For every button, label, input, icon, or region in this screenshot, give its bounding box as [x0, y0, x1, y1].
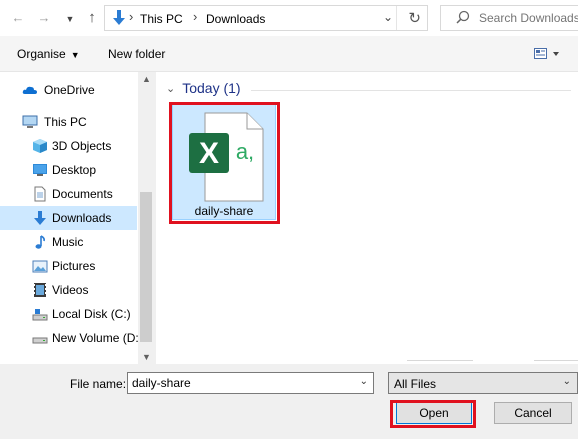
chevron-down-icon: ⌄ — [166, 82, 176, 95]
file-list-pane: ⌄ Today (1) X a, daily-share — [156, 72, 578, 364]
cancel-button[interactable]: Cancel — [494, 402, 572, 424]
breadcrumb-downloads[interactable]: Downloads — [206, 12, 265, 26]
music-icon — [35, 235, 45, 249]
dialog-footer: File name: ⌄ All Files ⌄ Open Cancel — [0, 364, 578, 439]
new-folder-label: New folder — [108, 47, 166, 61]
navigation-pane: OneDrive This PC 3D Objects Desktop Docu… — [0, 72, 155, 364]
sidebar-item-music[interactable]: Music — [0, 230, 137, 254]
highlight-box — [169, 102, 280, 224]
sidebar-item-videos[interactable]: Videos — [0, 278, 137, 302]
sidebar-item-this-pc[interactable]: This PC — [0, 110, 137, 134]
search-icon — [456, 10, 470, 24]
chevron-down-icon: ⌄ — [562, 376, 571, 387]
sidebar-item-desktop[interactable]: Desktop — [0, 158, 137, 182]
file-name-input[interactable] — [132, 375, 352, 391]
refresh-icon[interactable]: ↻ — [408, 9, 421, 27]
sidebar-item-label: Music — [52, 235, 84, 249]
sidebar-item-pictures[interactable]: Pictures — [0, 254, 137, 278]
cloud-icon — [22, 86, 37, 94]
pictures-icon — [32, 260, 48, 273]
organise-label: Organise — [17, 47, 66, 61]
address-row: ← → ▼ ↑ › This PC › Downloads ⌄ ↻ — [0, 0, 578, 36]
drive-icon — [32, 309, 48, 321]
chevron-down-icon: ▼ — [70, 50, 80, 60]
chevron-down-icon[interactable]: ⌄ — [360, 376, 368, 387]
organise-button[interactable]: Organise ▼ — [17, 47, 80, 61]
breadcrumb-chevron-icon: › — [193, 9, 198, 24]
sidebar-item-local-disk-c[interactable]: Local Disk (C:) — [0, 302, 137, 326]
download-icon — [34, 211, 46, 225]
breadcrumb-chevron-icon: › — [129, 9, 134, 24]
sidebar-item-new-volume-d[interactable]: New Volume (D: — [0, 326, 139, 350]
sidebar-item-label: 3D Objects — [52, 139, 112, 153]
file-name-label: File name: — [70, 377, 127, 391]
cube-icon — [33, 139, 47, 153]
sidebar-item-label: This PC — [44, 115, 87, 129]
video-icon — [34, 283, 46, 297]
up-arrow-icon[interactable]: ↑ — [82, 6, 102, 28]
scrollbar-thumb[interactable] — [140, 192, 152, 342]
document-icon — [34, 186, 46, 202]
sidebar-item-label: Desktop — [52, 163, 97, 177]
address-bar[interactable]: › This PC › Downloads ⌄ ↻ — [104, 5, 428, 31]
file-name-combobox[interactable]: ⌄ — [127, 372, 374, 394]
search-input[interactable] — [479, 9, 578, 27]
sidebar-item-label: Documents — [52, 187, 113, 201]
sidebar-item-label: Videos — [52, 283, 89, 297]
sidebar-item-label: OneDrive — [44, 83, 95, 97]
recent-locations-chevron-icon[interactable]: ▼ — [60, 8, 80, 30]
chevron-down-icon[interactable]: ⌄ — [383, 10, 393, 24]
group-label: Today (1) — [182, 80, 241, 96]
sidebar-item-label: Downloads — [52, 211, 112, 225]
nav-scrollbar[interactable]: ▲ ▼ — [138, 72, 155, 364]
drive-icon — [32, 337, 48, 344]
group-header[interactable]: ⌄ Today (1) — [166, 80, 241, 96]
sidebar-item-label: New Volume (D: — [52, 331, 139, 345]
group-divider — [251, 90, 571, 91]
view-options-button[interactable] — [534, 48, 564, 63]
forward-arrow-icon[interactable]: → — [34, 6, 54, 28]
scroll-down-icon[interactable]: ▼ — [142, 352, 151, 362]
back-arrow-icon[interactable]: ← — [8, 6, 28, 28]
breadcrumb-this-pc[interactable]: This PC — [140, 12, 183, 26]
desktop-icon — [33, 164, 47, 176]
sidebar-item-label: Local Disk (C:) — [52, 307, 131, 321]
scroll-up-icon[interactable]: ▲ — [142, 74, 151, 84]
highlight-box — [390, 400, 476, 428]
new-folder-button[interactable]: New folder — [108, 47, 165, 61]
divider — [396, 6, 397, 30]
file-type-value: All Files — [394, 377, 437, 391]
sidebar-item-3d-objects[interactable]: 3D Objects — [0, 134, 137, 158]
sidebar-item-onedrive[interactable]: OneDrive — [0, 78, 137, 102]
view-options-icon — [534, 48, 559, 59]
computer-icon — [22, 115, 38, 128]
download-icon — [113, 10, 125, 25]
sidebar-item-label: Pictures — [52, 259, 96, 273]
command-bar: Organise ▼ New folder — [0, 36, 578, 72]
file-type-select[interactable]: All Files ⌄ — [388, 372, 578, 394]
search-box[interactable] — [440, 5, 578, 31]
sidebar-item-documents[interactable]: Documents — [0, 182, 137, 206]
sidebar-item-downloads[interactable]: Downloads — [0, 206, 137, 230]
